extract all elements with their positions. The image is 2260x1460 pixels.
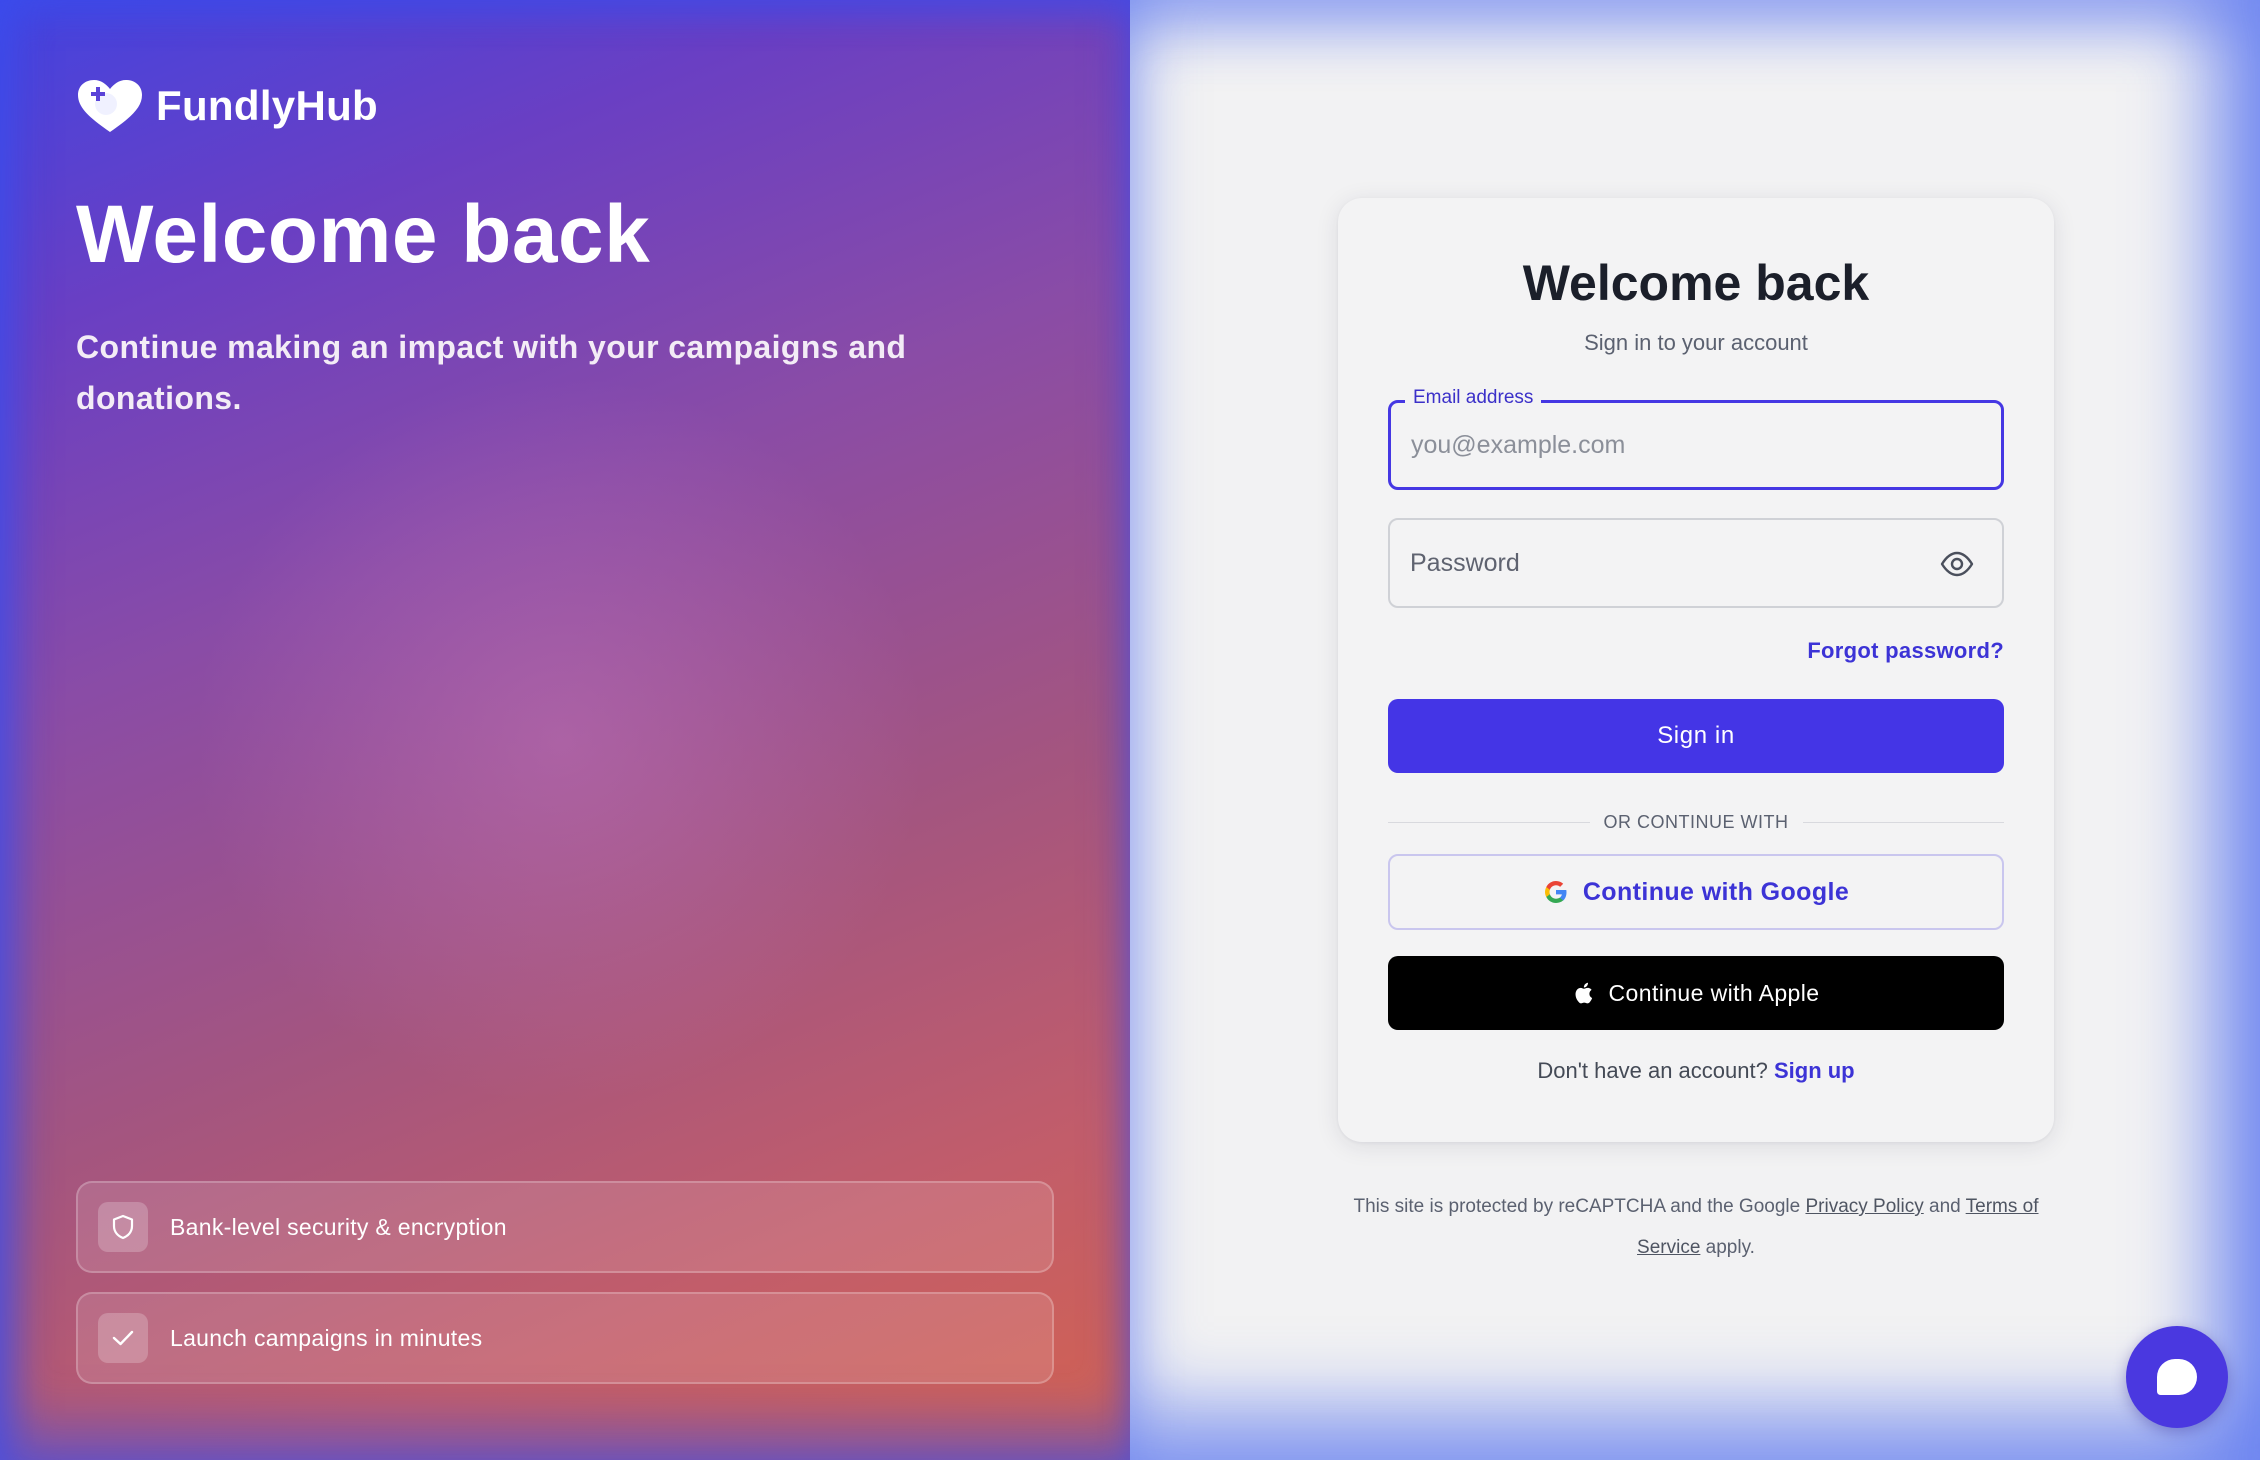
divider-line — [1802, 821, 2004, 823]
google-button-label: Continue with Google — [1582, 877, 1850, 906]
card-title: Welcome back — [1522, 255, 1870, 311]
email-field: Email address — [1388, 387, 2004, 490]
recaptcha-notice: This site is protected by reCAPTCHA and … — [1338, 1186, 2054, 1268]
auth-panel: Welcome back Sign in to your account Ema… — [1130, 0, 2260, 1460]
hero-panel: FundlyHub Welcome back Continue making a… — [0, 0, 1130, 1460]
chat-button[interactable] — [2126, 1326, 2228, 1428]
card-subtitle: Sign in to your account — [1584, 330, 1808, 355]
feature-label: Launch campaigns in minutes — [170, 1324, 483, 1351]
google-signin-button[interactable]: Continue with Google — [1388, 854, 2004, 930]
sign-in-button[interactable]: Sign in — [1388, 699, 2004, 773]
eye-icon[interactable] — [1940, 550, 1974, 578]
legal-prefix: This site is protected by reCAPTCHA and … — [1353, 1196, 1801, 1217]
feature-label: Bank-level security & encryption — [170, 1213, 507, 1240]
password-input[interactable] — [1410, 520, 1930, 606]
apple-icon — [1575, 982, 1592, 1004]
signup-prompt: Don't have an account? — [1537, 1058, 1768, 1083]
google-icon — [1544, 881, 1567, 903]
or-divider: OR CONTINUE WITH — [1388, 812, 2004, 832]
legal-and: and — [1929, 1196, 1961, 1217]
hero-subtitle: Continue making an impact with your camp… — [76, 329, 907, 416]
brand[interactable]: FundlyHub — [76, 78, 378, 134]
privacy-policy-link[interactable]: Privacy Policy — [1805, 1196, 1923, 1217]
check-icon — [98, 1313, 148, 1363]
legal-suffix: apply. — [1705, 1237, 1755, 1258]
email-input[interactable] — [1411, 403, 1931, 487]
divider-line — [1388, 821, 1590, 823]
forgot-password-link[interactable]: Forgot password? — [1807, 638, 2004, 664]
signin-card: Welcome back Sign in to your account Ema… — [1338, 198, 2054, 1142]
divider-label: OR CONTINUE WITH — [1603, 811, 1789, 832]
hero-title: Welcome back — [76, 189, 651, 280]
feature-security: Bank-level security & encryption — [76, 1181, 1054, 1273]
signup-row: Don't have an account? Sign up — [1338, 1058, 2054, 1084]
apple-signin-button[interactable]: Continue with Apple — [1388, 956, 2004, 1030]
shield-icon — [98, 1202, 148, 1252]
heart-plus-logo-icon — [78, 80, 142, 132]
apple-button-label: Continue with Apple — [1608, 979, 1820, 1006]
chat-bubble-icon — [2157, 1359, 2197, 1395]
sign-up-link[interactable]: Sign up — [1774, 1058, 1855, 1083]
feature-launch: Launch campaigns in minutes — [76, 1292, 1054, 1384]
brand-name: FundlyHub — [156, 82, 378, 129]
password-field — [1388, 518, 2004, 608]
